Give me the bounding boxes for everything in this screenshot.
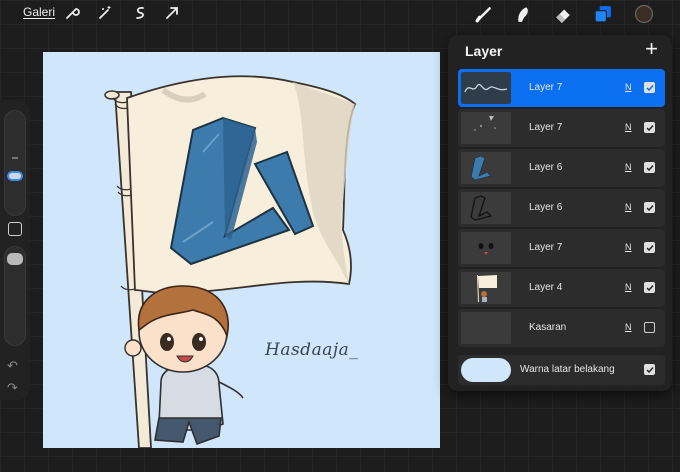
undo-icon[interactable]: ↶ — [7, 358, 18, 374]
brush-size-handle[interactable] — [7, 171, 23, 181]
layer-row[interactable]: Layer 7 N — [458, 109, 665, 147]
layer-row[interactable]: Layer 6 N — [458, 149, 665, 187]
layer-name: Layer 7 — [529, 122, 563, 133]
visibility-checkbox[interactable] — [644, 122, 655, 133]
layer-thumbnail — [461, 192, 511, 224]
layers-panel-title: Layer — [465, 43, 503, 59]
drawing-canvas[interactable]: Hasdaaja_ — [43, 52, 440, 448]
visibility-checkbox[interactable] — [644, 82, 655, 93]
background-color-row[interactable]: Warna latar belakang — [458, 355, 665, 385]
visibility-checkbox[interactable] — [644, 242, 655, 253]
layer-name: Layer 6 — [529, 202, 563, 213]
layer-row[interactable]: Layer 6 N — [458, 189, 665, 227]
eyedropper-button[interactable] — [8, 222, 22, 236]
opacity-handle[interactable] — [7, 253, 23, 265]
wrench-icon[interactable] — [63, 4, 81, 22]
layers-icon[interactable] — [593, 4, 613, 24]
layer-name: Layer 6 — [529, 162, 563, 173]
layer-name: Layer 4 — [529, 282, 563, 293]
visibility-checkbox[interactable] — [644, 322, 655, 333]
layer-thumbnail — [461, 272, 511, 304]
layer-name: Kasaran — [529, 322, 567, 333]
layer-row[interactable]: Kasaran N — [458, 309, 665, 347]
blend-mode-button[interactable]: N — [625, 122, 632, 132]
magic-wand-icon[interactable] — [96, 4, 114, 22]
blend-mode-button[interactable]: N — [625, 202, 632, 212]
eraser-icon[interactable] — [553, 4, 573, 24]
layer-thumbnail — [461, 312, 511, 344]
artwork-illustration — [104, 75, 357, 448]
visibility-checkbox[interactable] — [644, 162, 655, 173]
layer-thumbnail — [461, 112, 511, 144]
visibility-checkbox[interactable] — [644, 282, 655, 293]
transform-arrow-icon[interactable] — [163, 4, 181, 22]
layer-thumbnail — [461, 72, 511, 104]
blend-mode-button[interactable]: N — [625, 322, 632, 332]
redo-icon[interactable]: ↷ — [7, 380, 18, 396]
layer-name: Layer 7 — [529, 82, 563, 93]
smudge-icon[interactable] — [513, 4, 533, 24]
side-toolbar: ↶ ↷ — [0, 100, 30, 400]
layer-row[interactable]: Layer 4 N — [458, 269, 665, 307]
layer-row[interactable]: Layer 7 N — [458, 69, 665, 107]
selection-icon[interactable] — [131, 4, 149, 22]
background-visibility-checkbox[interactable] — [644, 364, 655, 375]
plus-icon[interactable]: + — [645, 38, 658, 60]
blend-mode-button[interactable]: N — [625, 242, 632, 252]
blend-mode-button[interactable]: N — [625, 82, 632, 92]
layer-thumbnail — [461, 152, 511, 184]
brush-size-slider[interactable] — [4, 110, 26, 216]
layers-panel: Layer + Layer 7 N Layer 7 N Layer 6 N La… — [448, 35, 672, 391]
visibility-checkbox[interactable] — [644, 202, 655, 213]
blend-mode-button[interactable]: N — [625, 162, 632, 172]
opacity-slider[interactable] — [4, 246, 26, 346]
artist-signature: Hasdaaja_ — [265, 340, 359, 360]
background-color-swatch[interactable] — [461, 358, 511, 382]
color-swatch[interactable] — [634, 4, 654, 24]
layer-thumbnail — [461, 232, 511, 264]
gallery-button[interactable]: Galeri — [23, 5, 55, 19]
top-toolbar: Galeri — [0, 0, 680, 26]
layer-row[interactable]: Layer 7 N — [458, 229, 665, 267]
layer-name: Layer 7 — [529, 242, 563, 253]
brush-icon[interactable] — [474, 4, 494, 24]
blend-mode-button[interactable]: N — [625, 282, 632, 292]
background-color-label: Warna latar belakang — [520, 364, 615, 375]
